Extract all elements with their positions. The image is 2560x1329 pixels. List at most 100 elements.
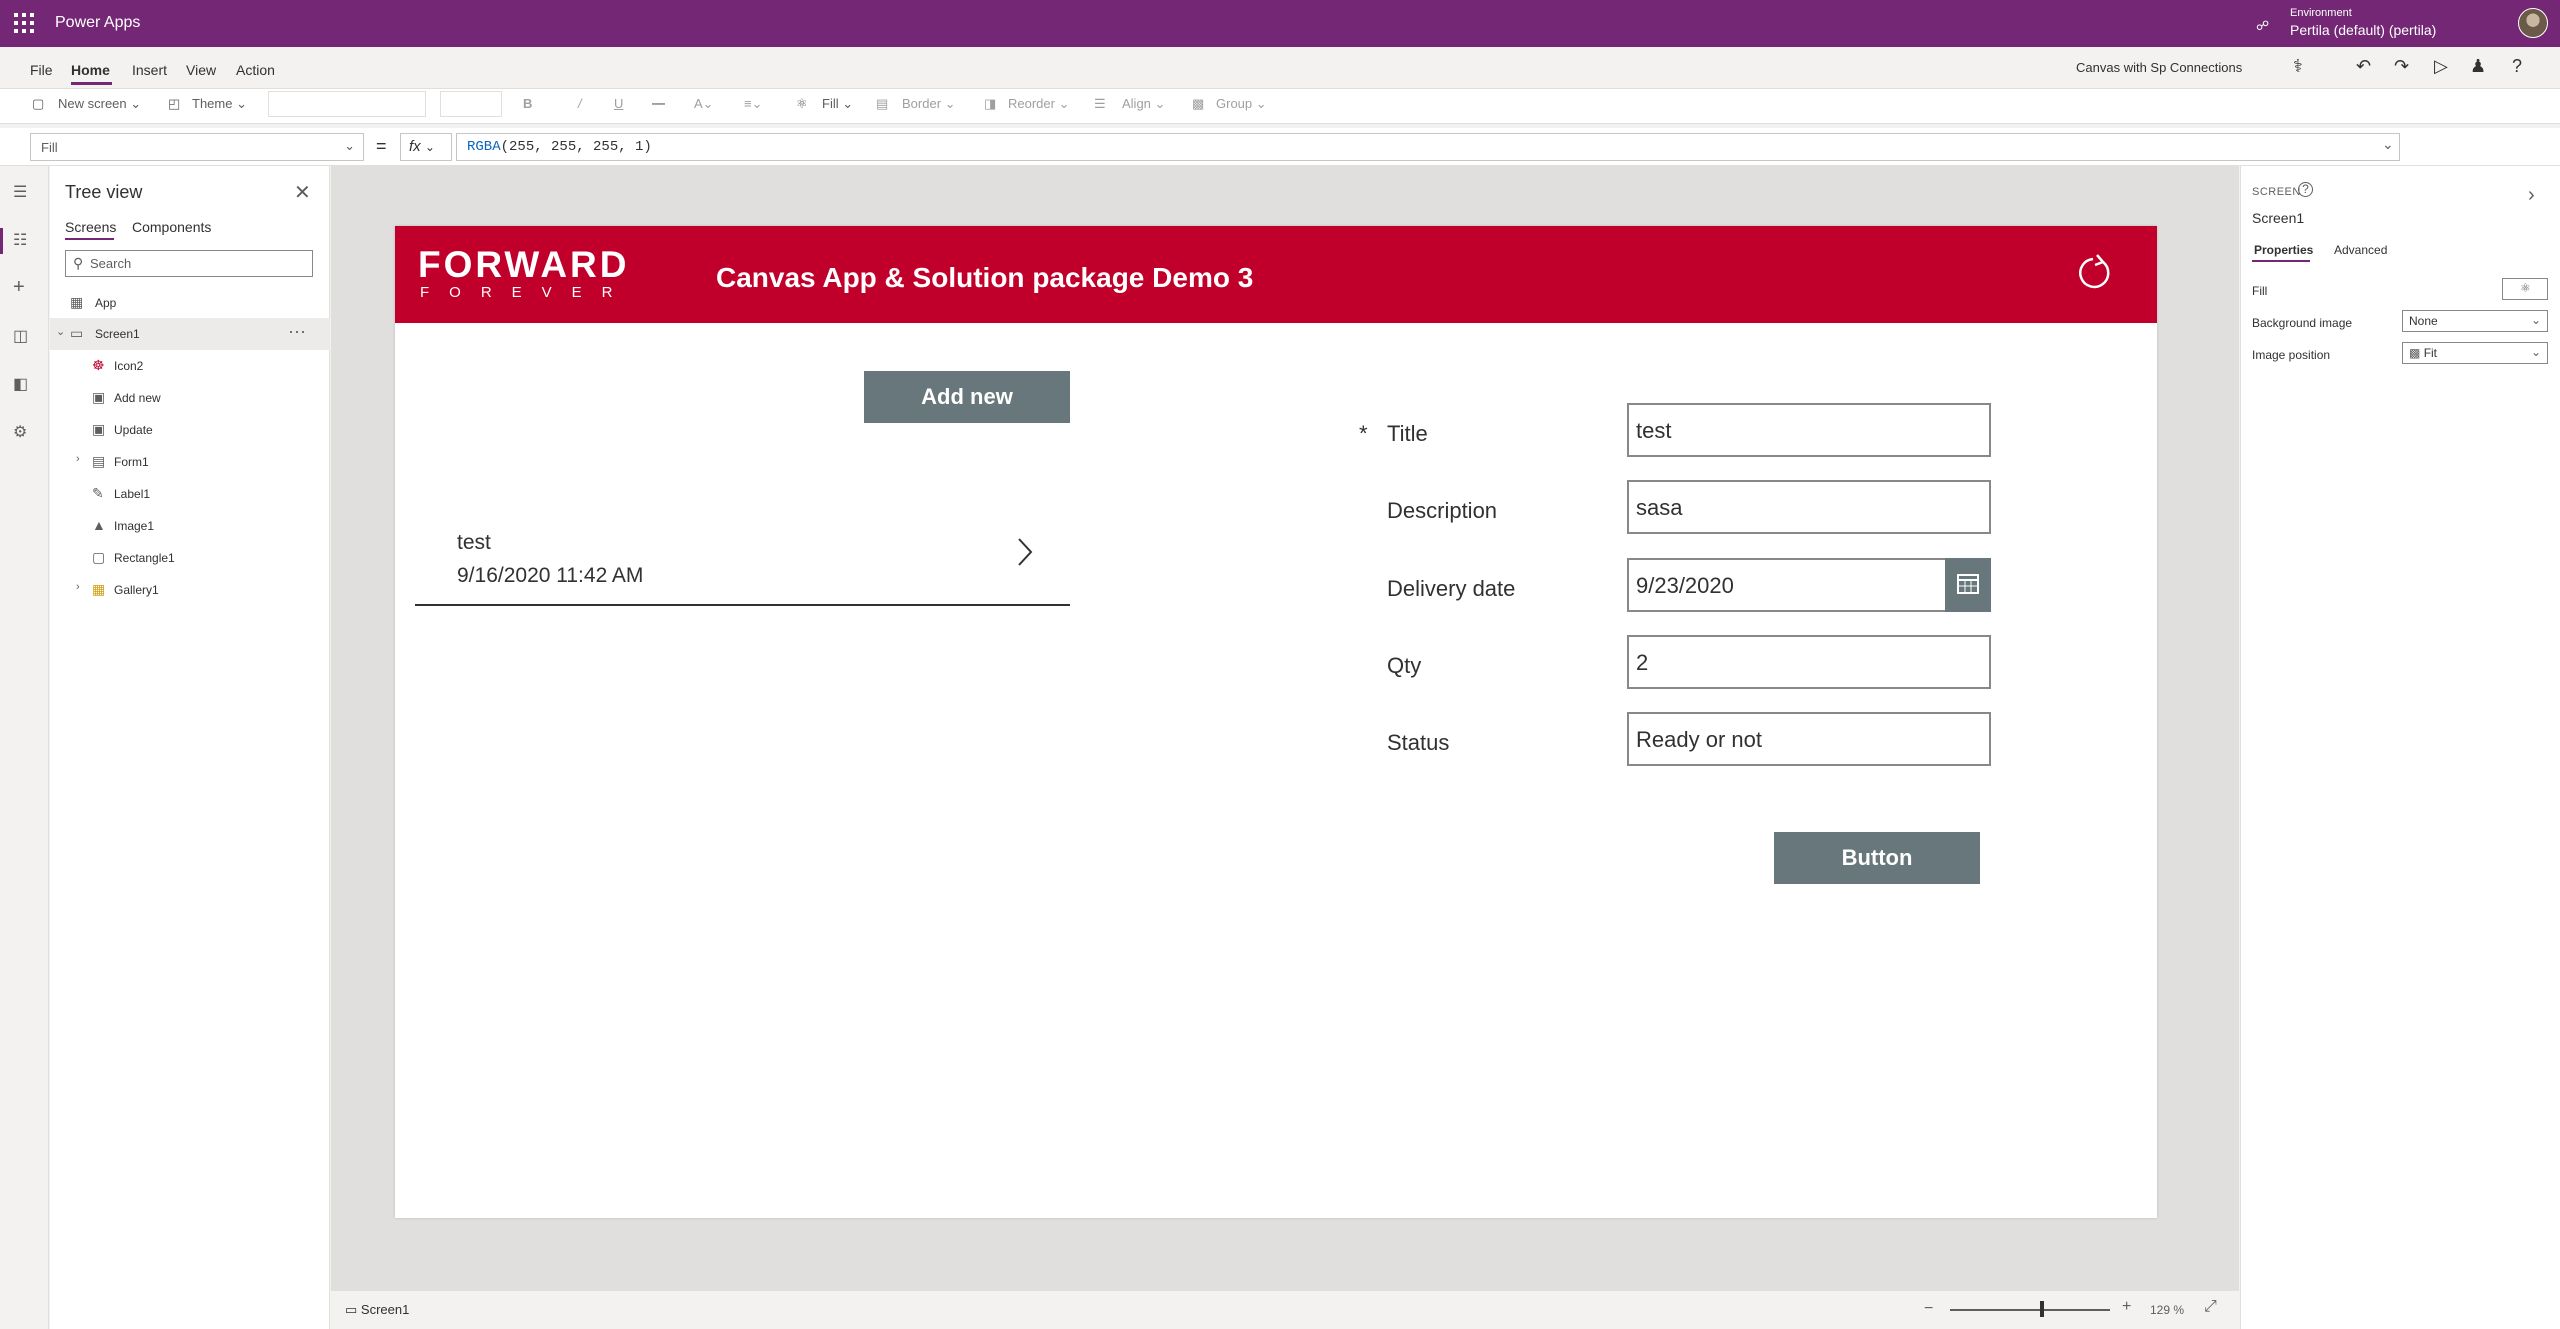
insert-icon[interactable]: + xyxy=(13,276,25,299)
font-size-dropdown[interactable] xyxy=(440,91,502,117)
hamburger-icon[interactable]: ☰ xyxy=(13,182,27,202)
form-icon: ▤ xyxy=(92,453,106,469)
field-label-qty: Qty xyxy=(1387,653,1422,678)
app-name[interactable]: Power Apps xyxy=(55,14,140,32)
chevron-down-icon[interactable]: ⌄ xyxy=(56,325,65,338)
new-screen-button[interactable]: New screen ⌄ xyxy=(58,96,141,112)
fill-color-picker[interactable]: ⚛ xyxy=(2502,278,2548,300)
align-icon: ☰ xyxy=(1094,96,1106,111)
required-marker: * xyxy=(1359,421,1368,446)
chevron-right-icon[interactable]: › xyxy=(76,581,80,593)
app-title-label[interactable]: Canvas App & Solution package Demo 3 xyxy=(716,262,1253,294)
description-input[interactable]: sasa xyxy=(1627,480,1991,534)
tab-properties[interactable]: Properties xyxy=(2254,243,2313,257)
formula-input[interactable]: RGBA(255, 255, 255, 1) xyxy=(456,133,2400,161)
zoom-slider[interactable] xyxy=(1950,1309,2110,1311)
button-icon: ▣ xyxy=(92,421,106,437)
share-icon[interactable]: ♟ xyxy=(2470,56,2486,77)
app-launcher-icon[interactable] xyxy=(14,13,34,33)
group-button[interactable]: Group ⌄ xyxy=(1216,96,1267,112)
submit-button[interactable]: Button xyxy=(1774,832,1980,884)
align-button[interactable]: Align ⌄ xyxy=(1122,96,1165,112)
status-input[interactable]: Ready or not xyxy=(1627,712,1991,766)
zoom-out-icon[interactable]: − xyxy=(1924,1300,1933,1318)
menu-action[interactable]: Action xyxy=(236,62,275,78)
help-icon[interactable]: ? xyxy=(2298,182,2313,197)
new-screen-icon: ▢ xyxy=(32,96,45,111)
tree-item-label: Rectangle1 xyxy=(114,551,175,565)
tree-item-icon2[interactable]: ☸ Icon2 xyxy=(50,350,330,382)
fx-button[interactable]: fx ⌄ xyxy=(400,133,452,161)
play-icon[interactable]: ▷ xyxy=(2434,56,2448,77)
more-options-icon[interactable]: ··· xyxy=(288,321,306,342)
chevron-right-icon[interactable]: › xyxy=(2528,184,2535,207)
header-rectangle[interactable]: FORWARD FOREVER Canvas App & Solution pa… xyxy=(395,226,2157,323)
bold-icon[interactable]: B xyxy=(523,96,532,111)
tree-item-gallery1[interactable]: › ▦ Gallery1 xyxy=(50,574,330,606)
app-checker-icon[interactable]: ⚕ xyxy=(2293,56,2303,77)
menu-insert[interactable]: Insert xyxy=(132,62,167,78)
tab-advanced[interactable]: Advanced xyxy=(2334,243,2387,257)
tree-search-input[interactable]: ⚲ Search xyxy=(65,250,313,277)
help-icon[interactable]: ? xyxy=(2512,56,2522,77)
media-icon[interactable]: ◧ xyxy=(13,374,28,394)
tree-item-form1[interactable]: › ▤ Form1 xyxy=(50,446,330,478)
menu-view[interactable]: View xyxy=(186,62,216,78)
environment-value[interactable]: Pertila (default) (pertila) xyxy=(2290,22,2436,38)
underline-icon[interactable]: U xyxy=(614,96,623,111)
tree-item-label1[interactable]: ✎ Label1 xyxy=(50,478,330,510)
tree-item-add-new[interactable]: ▣ Add new xyxy=(50,382,330,414)
field-label-description: Description xyxy=(1387,498,1498,523)
background-image-dropdown[interactable]: None ⌄ xyxy=(2402,310,2548,332)
property-dropdown[interactable]: Fill ⌄ xyxy=(30,133,364,161)
data-icon[interactable]: ◫ xyxy=(13,326,28,346)
logo-forever: FOREVER xyxy=(420,284,633,301)
close-icon[interactable]: ✕ xyxy=(294,180,311,205)
add-new-button[interactable]: Add new xyxy=(864,371,1070,423)
avatar[interactable] xyxy=(2518,8,2548,38)
tree-item-update[interactable]: ▣ Update xyxy=(50,414,330,446)
zoom-in-icon[interactable]: + xyxy=(2122,1298,2131,1316)
font-family-dropdown[interactable] xyxy=(268,91,426,117)
tree-item-rectangle1[interactable]: ▢ Rectangle1 xyxy=(50,542,330,574)
app-screen[interactable]: FORWARD FOREVER Canvas App & Solution pa… xyxy=(395,226,2157,1218)
advanced-tools-icon[interactable]: ⚙ xyxy=(13,422,27,442)
redo-icon[interactable]: ↷ xyxy=(2394,56,2409,77)
image-position-dropdown[interactable]: ▩ Fit ⌄ xyxy=(2402,342,2548,364)
menu-file[interactable]: File xyxy=(30,62,53,78)
status-screen-selector[interactable]: ▭ Screen1 xyxy=(345,1302,409,1318)
formula-expand-icon[interactable]: ⌄ xyxy=(2382,136,2394,153)
qty-input[interactable]: 2 xyxy=(1627,635,1991,689)
calendar-button[interactable] xyxy=(1945,558,1991,612)
zoom-slider-thumb[interactable] xyxy=(2040,1301,2044,1317)
tree-item-image1[interactable]: ▲ Image1 xyxy=(50,510,330,542)
properties-control-name[interactable]: Screen1 xyxy=(2252,210,2304,226)
title-input[interactable]: test xyxy=(1627,403,1991,457)
refresh-icon[interactable] xyxy=(2075,254,2113,292)
chevron-right-icon[interactable]: › xyxy=(76,453,80,465)
theme-button[interactable]: Theme ⌄ xyxy=(192,96,247,112)
tab-components[interactable]: Components xyxy=(132,219,211,235)
tree-item-screen1[interactable]: ⌄ ▭ Screen1 ··· xyxy=(50,318,330,350)
fill-button[interactable]: Fill ⌄ xyxy=(822,96,853,112)
image-icon: ▲ xyxy=(92,517,106,533)
undo-icon[interactable]: ↶ xyxy=(2356,56,2371,77)
delivery-date-input[interactable]: 9/23/2020 xyxy=(1627,558,1991,612)
tree-view-icon[interactable]: ☷ xyxy=(13,230,27,250)
menu-home[interactable]: Home xyxy=(71,62,110,78)
field-label-status: Status xyxy=(1387,730,1450,755)
reorder-button[interactable]: Reorder ⌄ xyxy=(1008,96,1069,112)
strikethrough-icon[interactable]: — xyxy=(652,96,665,111)
properties-tab-indicator xyxy=(2252,260,2310,262)
gallery-item[interactable]: test 9/16/2020 11:42 AM xyxy=(415,491,1070,606)
font-color-icon[interactable]: A⌄ xyxy=(694,96,714,112)
tab-screens[interactable]: Screens xyxy=(65,219,116,235)
chevron-right-icon[interactable] xyxy=(1015,537,1035,567)
italic-icon[interactable]: / xyxy=(578,96,582,111)
tree-item-app[interactable]: ▦ App xyxy=(50,287,330,319)
text-align-icon[interactable]: ≡⌄ xyxy=(744,96,762,112)
border-button[interactable]: Border ⌄ xyxy=(902,96,956,112)
tree-item-label: Screen1 xyxy=(95,327,140,341)
fit-to-window-icon[interactable]: ⤢ xyxy=(2204,1298,2217,1316)
icon-control-icon: ☸ xyxy=(92,357,105,373)
